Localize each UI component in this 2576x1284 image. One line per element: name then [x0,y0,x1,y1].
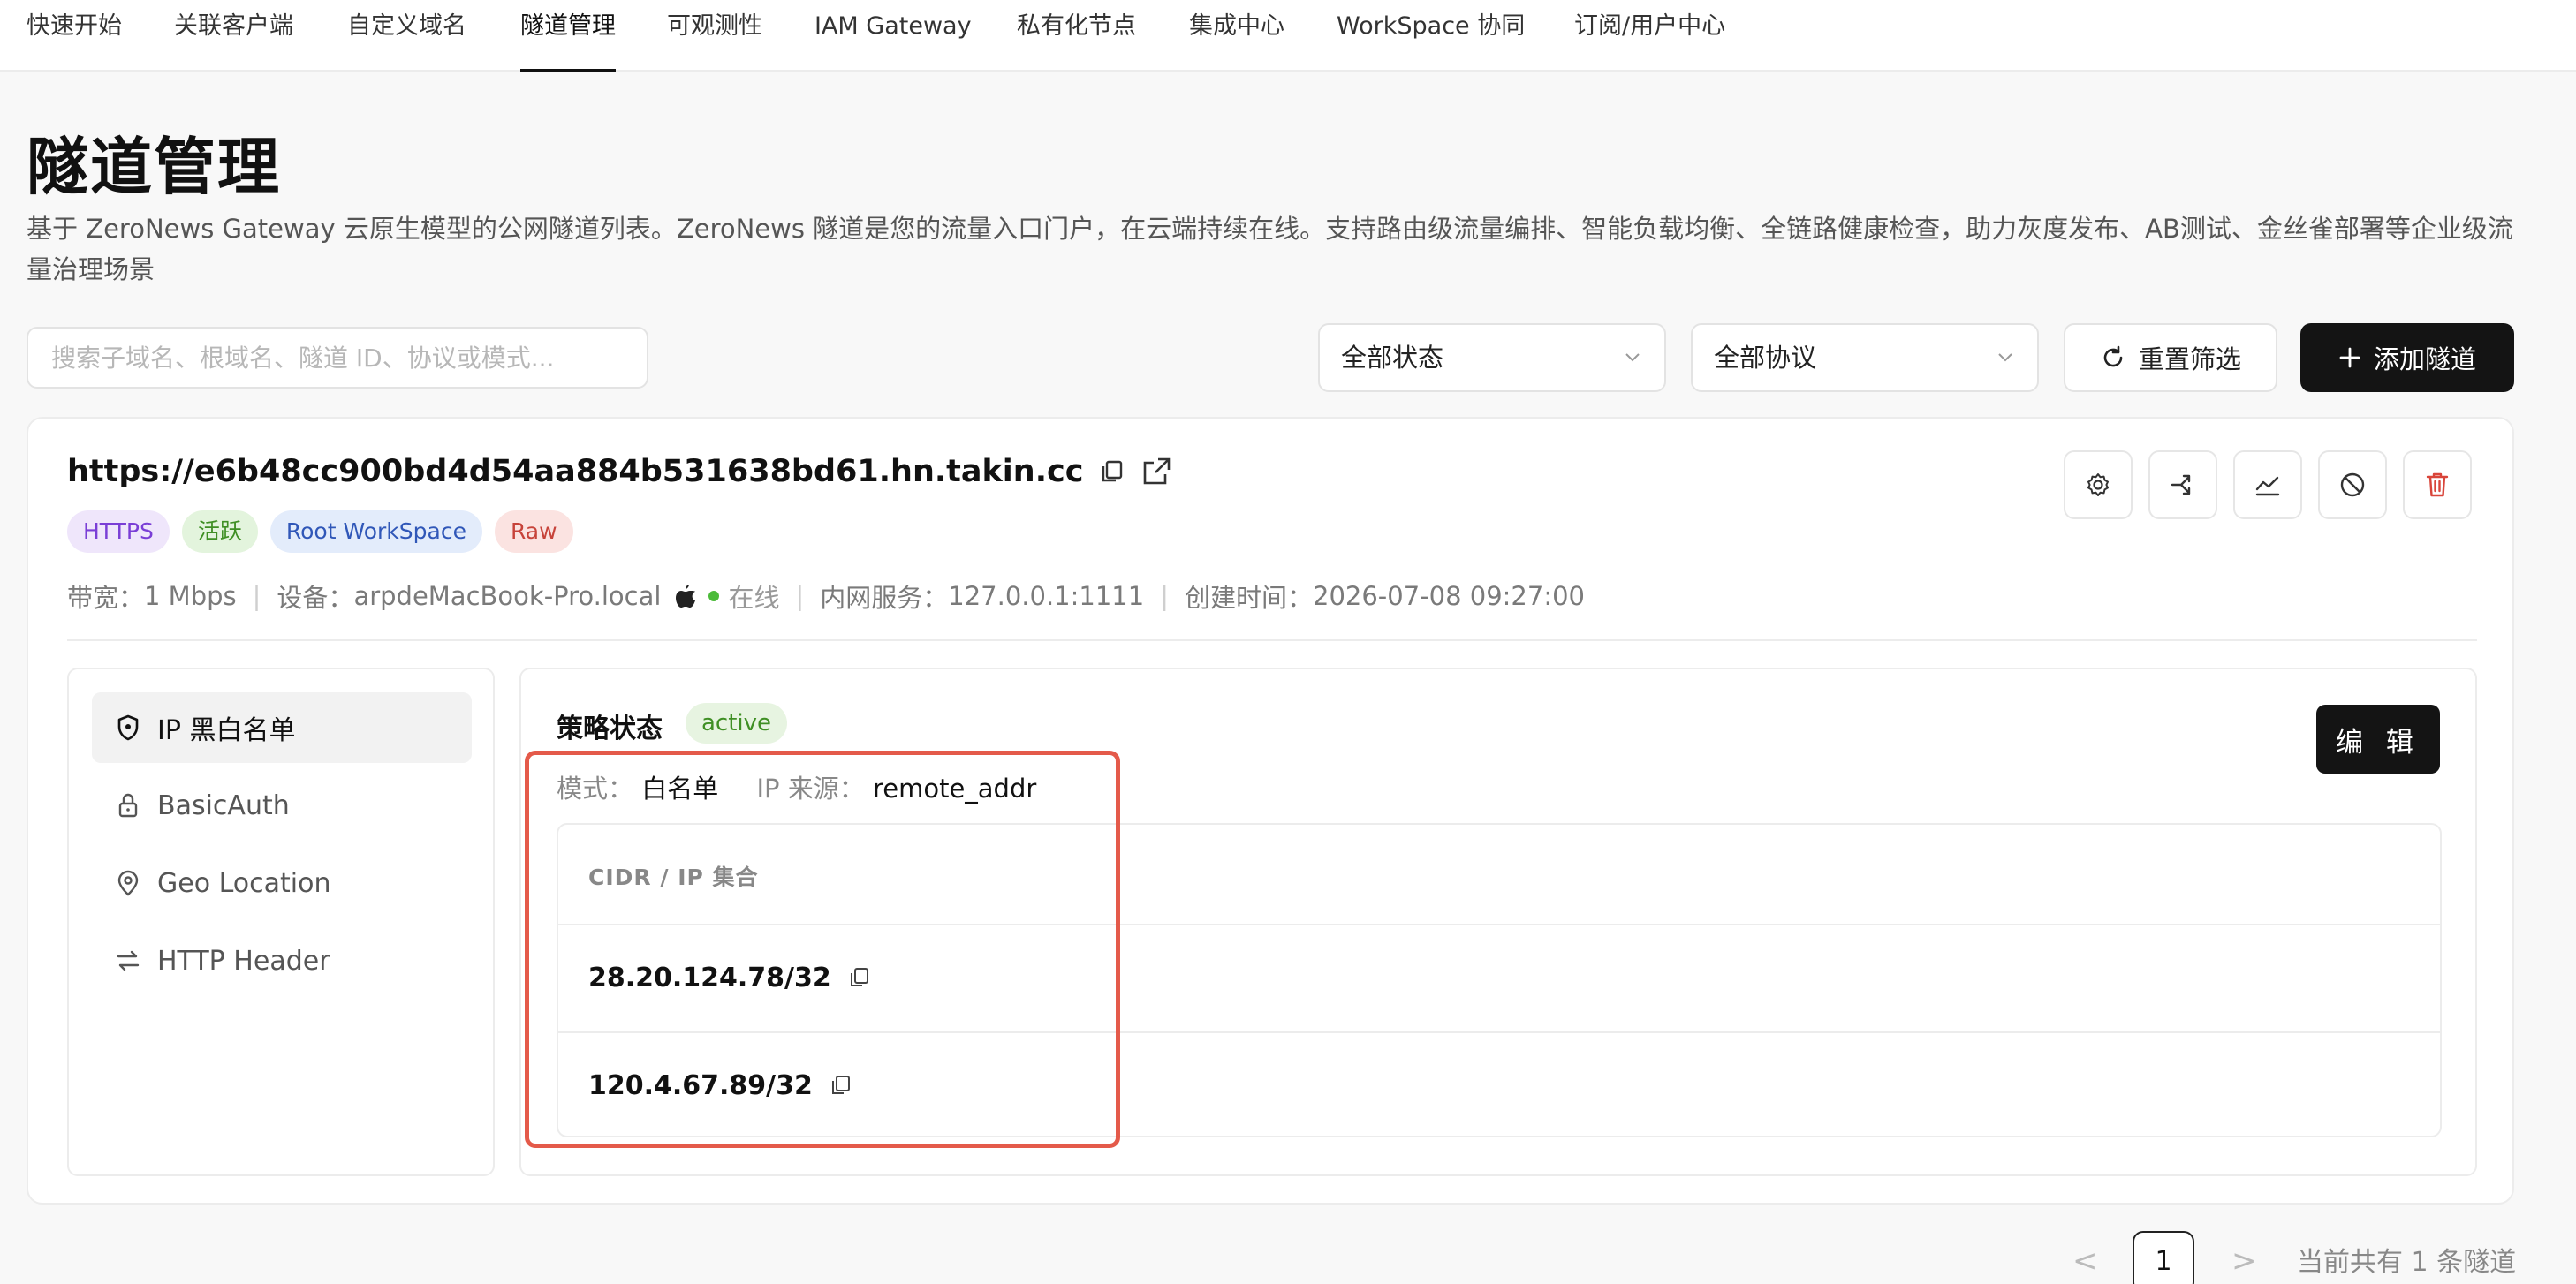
copy-icon[interactable] [1100,459,1125,484]
share-icon [2171,474,2191,495]
table-row: 120.4.67.89/32 [558,1031,2440,1137]
device-label: 设备： [277,583,354,613]
page-description: 基于 ZeroNews Gateway 云原生模型的公网隧道列表。ZeroNew… [27,214,2513,284]
cidr-value: 28.20.124.78/32 [588,962,831,993]
tab-quick-start[interactable]: 快速开始 [27,0,122,72]
cidr-table-header: CIDR / IP 集合 [588,865,759,890]
settings-button[interactable] [2064,450,2133,519]
service-value: 127.0.0.1:1111 [948,581,1145,611]
swap-arrows-icon [117,950,140,971]
trash-icon [2426,472,2449,497]
apple-icon [676,585,696,608]
mode-value: 白名单 [641,774,719,804]
protocol-badge: HTTPS [67,510,170,553]
copy-icon[interactable] [830,1075,852,1096]
plus-icon [2339,347,2360,368]
policy-panel: 策略状态 active 模式： 白名单 IP 来源： remote_addr 编… [519,668,2477,1176]
mode-label: 模式： [557,774,634,804]
meta-separator: | [252,581,261,611]
service-label: 内网服务： [820,583,949,613]
table-row: 28.20.124.78/32 [558,924,2440,1030]
policy-status-title: 策略状态 [557,714,663,744]
tunnel-url[interactable]: https://e6b48cc900bd4d54aa884b531638bd61… [67,454,1084,489]
bandwidth-value: 1 Mbps [144,581,237,611]
chevron-down-icon [1998,353,2012,362]
cidr-table: CIDR / IP 集合 28.20.124.78/32 120.4.67.89… [557,823,2442,1137]
shield-icon [117,714,139,741]
menu-item-label: Geo Location [157,867,331,899]
protocol-select-value: 全部协议 [1714,343,1817,373]
page-title: 隧道管理 [27,131,281,203]
menu-item-http-header[interactable]: HTTP Header [92,925,472,996]
top-nav: 快速开始 关联客户端 自定义域名 隧道管理 可观测性 IAM Gateway 私… [0,0,2576,72]
status-select[interactable]: 全部状态 [1318,323,1666,392]
page-number-button[interactable]: 1 [2133,1231,2194,1284]
add-tunnel-button[interactable]: 添加隧道 [2300,323,2514,392]
external-link-icon[interactable] [1140,456,1172,487]
tab-workspace[interactable]: WorkSpace 协同 [1337,0,1525,72]
created-value: 2026-07-08 09:27:00 [1313,581,1585,611]
menu-item-basicauth[interactable]: BasicAuth [92,770,472,841]
tab-clients[interactable]: 关联客户端 [174,0,293,72]
cidr-value: 120.4.67.89/32 [588,1069,813,1101]
tab-observability[interactable]: 可观测性 [667,0,762,72]
tab-subscription[interactable]: 订阅/用户中心 [1574,0,1725,72]
refresh-icon [2103,345,2123,367]
protocol-select[interactable]: 全部协议 [1691,323,2039,392]
ip-source-value: remote_addr [872,774,1037,804]
chevron-down-icon [1625,353,1640,362]
tunnel-tags: HTTPS 活跃 Root WorkSpace Raw [67,510,573,553]
lock-icon [118,793,138,818]
policy-mode-row: 模式： 白名单 IP 来源： remote_addr [557,768,1066,805]
online-status-text: 在线 [728,583,780,613]
prev-page-button[interactable]: < [2072,1231,2099,1284]
edit-policy-button[interactable]: 编 辑 [2316,705,2440,774]
search-input[interactable] [27,327,648,389]
next-page-button[interactable]: > [2231,1231,2258,1284]
metrics-button[interactable] [2233,450,2302,519]
created-label: 创建时间： [1184,583,1313,613]
tab-iam-gateway[interactable]: IAM Gateway [814,0,972,72]
menu-item-label: BasicAuth [157,789,290,821]
online-status-dot [708,591,720,601]
tunnel-meta: 带宽： 1 Mbps | 设备： arpdeMacBook-Pro.local … [67,578,1585,615]
add-tunnel-label: 添加隧道 [2373,344,2476,374]
route-button[interactable] [2148,450,2217,519]
pagination-total: 当前共有 1 条隧道 [2297,1247,2517,1278]
tab-custom-domains[interactable]: 自定义域名 [347,0,466,72]
tunnel-card: https://e6b48cc900bd4d54aa884b531638bd61… [27,417,2514,1205]
menu-item-ip-list[interactable]: IP 黑白名单 [92,692,472,763]
delete-button[interactable] [2403,450,2472,519]
workspace-badge: Root WorkSpace [269,510,482,553]
menu-item-geo-location[interactable]: Geo Location [92,848,472,918]
tab-integration-center[interactable]: 集成中心 [1189,0,1284,72]
ip-source-label: IP 来源： [756,774,865,804]
tab-tunnel-management[interactable]: 隧道管理 [520,0,616,72]
copy-icon[interactable] [849,967,870,988]
mode-badge: Raw [494,510,573,553]
device-value: arpdeMacBook-Pro.local [353,581,662,611]
policy-side-menu: IP 黑白名单 BasicAuth Geo Location HTTP Head… [67,668,495,1176]
meta-separator: | [795,581,805,611]
reset-filter-button[interactable]: 重置筛选 [2064,323,2277,392]
location-pin-icon [117,870,139,896]
reset-filter-label: 重置筛选 [2138,344,2241,374]
state-badge: 活跃 [181,510,258,553]
card-divider [67,639,2477,641]
tab-private-nodes[interactable]: 私有化节点 [1017,0,1136,72]
bandwidth-label: 带宽： [67,583,145,613]
disable-button[interactable] [2318,450,2387,519]
ban-icon [2340,472,2365,497]
status-select-value: 全部状态 [1341,343,1444,373]
menu-item-label: IP 黑白名单 [157,715,296,746]
policy-status-badge: active [686,703,788,744]
menu-item-label: HTTP Header [157,945,330,977]
chart-icon [2255,476,2280,496]
gear-icon [2087,473,2109,496]
meta-separator: | [1160,581,1169,611]
